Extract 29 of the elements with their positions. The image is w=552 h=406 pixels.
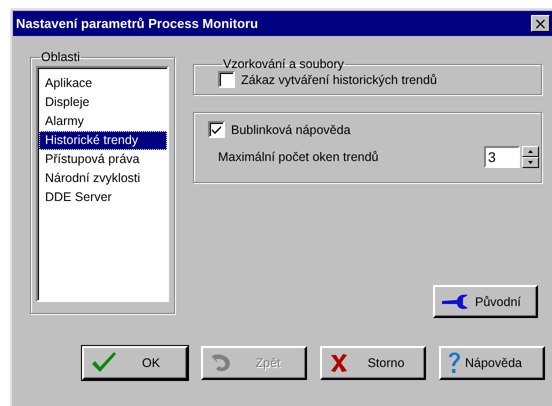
group-label: Oblasti bbox=[40, 50, 81, 64]
list-item[interactable]: Aplikace bbox=[39, 74, 167, 93]
checkbox[interactable] bbox=[218, 71, 235, 88]
number-field[interactable]: 3 bbox=[484, 146, 520, 168]
group-label: Vzorkování a soubory bbox=[222, 57, 345, 71]
down-arrow-icon bbox=[528, 161, 533, 164]
checkbox-label: Zákaz vytváření historických trendů bbox=[241, 72, 437, 86]
ok-button[interactable]: OK bbox=[82, 346, 188, 380]
help-button[interactable]: Nápověda bbox=[439, 346, 545, 380]
reset-button[interactable]: Původní bbox=[433, 285, 538, 318]
list-item[interactable]: Displeje bbox=[39, 93, 167, 112]
list-item[interactable]: DDE Server bbox=[39, 188, 167, 207]
cross-icon bbox=[328, 352, 350, 374]
list-item[interactable]: Přístupová práva bbox=[39, 150, 167, 169]
spinner-label: Maximální počet oken trendů bbox=[218, 150, 380, 164]
up-arrow-icon bbox=[528, 150, 533, 153]
cancel-button[interactable]: Storno bbox=[320, 346, 426, 380]
list-item[interactable]: Národní zvyklosti bbox=[39, 169, 167, 188]
window-title: Nastavení parametrů Process Monitoru bbox=[16, 16, 258, 31]
spin-up-button[interactable] bbox=[522, 146, 539, 157]
close-button[interactable]: × bbox=[531, 15, 550, 32]
question-mark-icon bbox=[447, 350, 461, 376]
checkmark-icon bbox=[212, 125, 221, 134]
list-item[interactable]: Alarmy bbox=[39, 112, 167, 131]
spin-down-button[interactable] bbox=[522, 157, 539, 168]
checkbox-label: Bublinková nápověda bbox=[231, 122, 351, 136]
checkbox[interactable] bbox=[208, 121, 225, 138]
undo-arrow-icon bbox=[209, 352, 233, 374]
list-item[interactable]: Historické trendy bbox=[39, 131, 167, 150]
